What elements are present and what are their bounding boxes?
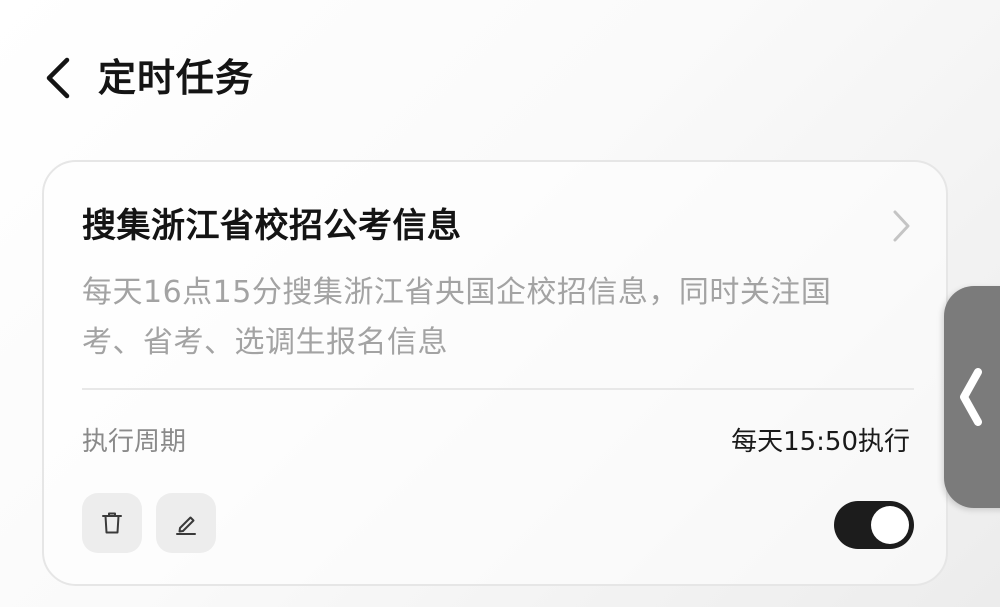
task-enable-toggle[interactable] — [834, 501, 914, 549]
period-value: 每天15:50执行 — [731, 427, 910, 457]
delete-button[interactable] — [82, 493, 142, 553]
pencil-icon — [176, 516, 196, 535]
chevron-left-icon — [46, 57, 70, 99]
period-label: 执行周期 — [82, 427, 187, 457]
task-description: 每天16点15分搜集浙江省央国企校招信息，同时关注国考、省考、选调生报名信息 — [82, 275, 832, 360]
task-title: 搜集浙江省校招公考信息 — [82, 206, 462, 246]
edit-button[interactable] — [156, 493, 216, 553]
back-button[interactable] — [30, 50, 86, 106]
task-card: 搜集浙江省校招公考信息 每天16点15分搜集浙江省央国企校招信息，同时关注国考、… — [42, 160, 948, 586]
task-detail-link[interactable]: 搜集浙江省校招公考信息 — [82, 198, 914, 254]
chevron-left-icon — [960, 368, 982, 426]
divider — [82, 388, 914, 390]
page-header: 定时任务 — [0, 0, 1000, 150]
chevron-right-icon — [893, 210, 910, 242]
side-collapse-handle[interactable] — [944, 286, 1000, 508]
page-title: 定时任务 — [98, 56, 255, 100]
trash-icon — [102, 512, 122, 534]
toggle-knob — [871, 506, 909, 544]
